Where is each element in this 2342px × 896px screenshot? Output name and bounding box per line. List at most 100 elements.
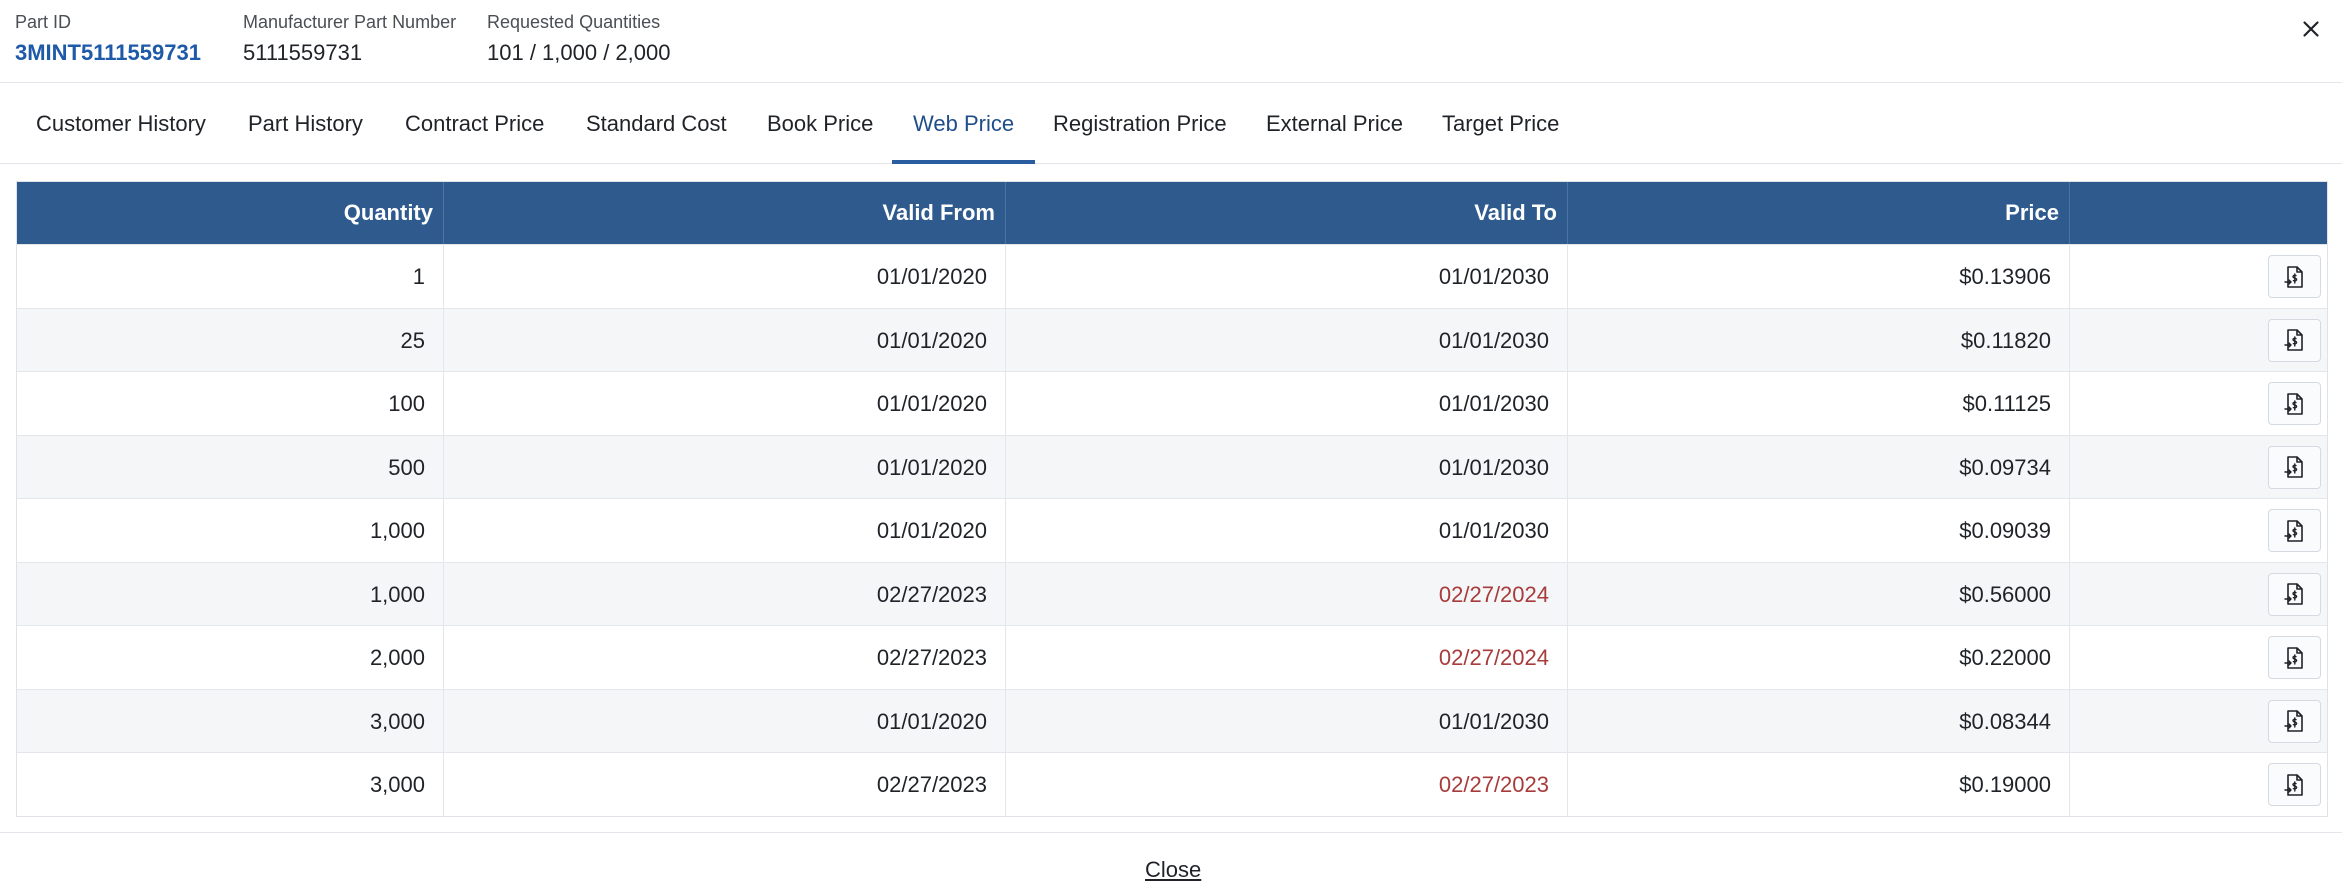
apply-price-icon (2283, 265, 2306, 289)
mpn-label: Manufacturer Part Number (243, 12, 457, 32)
tab-part-history[interactable]: Part History (248, 84, 363, 164)
valid-from-cell: 01/01/2020 (444, 499, 1006, 562)
close-icon[interactable] (2298, 16, 2324, 42)
valid-to-cell: 02/27/2023 (1006, 753, 1568, 816)
column-header-price[interactable]: Price (1568, 182, 2070, 244)
table-row: 1,000 02/27/2023 02/27/2024 $0.56000 (17, 561, 2327, 626)
action-cell (2070, 245, 2327, 308)
valid-to-cell: 01/01/2030 (1006, 435, 1568, 499)
quantity-cell: 1 (17, 245, 444, 308)
valid-from-cell: 01/01/2020 (444, 372, 1006, 435)
tab-web-price[interactable]: Web Price (891, 84, 1036, 164)
quantity-cell: 500 (17, 435, 444, 499)
action-cell (2070, 372, 2327, 435)
close-button[interactable]: Close (1145, 857, 1201, 883)
valid-from-cell: 01/01/2020 (444, 308, 1006, 372)
valid-to-cell: 02/27/2024 (1006, 562, 1568, 626)
apply-price-button[interactable] (2268, 763, 2321, 806)
part-header: Part ID 3MINT5111559731 Manufacturer Par… (0, 0, 2342, 83)
quantity-cell: 1,000 (17, 499, 444, 562)
price-cell: $0.09734 (1568, 435, 2070, 499)
price-cell: $0.56000 (1568, 562, 2070, 626)
action-cell (2070, 309, 2327, 372)
apply-price-button[interactable] (2268, 318, 2321, 362)
apply-price-button[interactable] (2268, 445, 2321, 489)
quantity-cell: 3,000 (17, 689, 444, 753)
part-id-label: Part ID (15, 12, 72, 32)
apply-price-icon (2283, 455, 2306, 479)
table-row: 3,000 02/27/2023 02/27/2023 $0.19000 (17, 752, 2327, 816)
apply-price-icon (2283, 646, 2306, 670)
apply-price-icon (2283, 392, 2306, 416)
apply-price-button[interactable] (2268, 636, 2321, 679)
table-row: 1,000 01/01/2020 01/01/2030 $0.09039 (17, 498, 2327, 562)
web-price-table: Quantity Valid From Valid To Price 1 01/0… (16, 181, 2328, 817)
valid-from-cell: 01/01/2020 (444, 245, 1006, 308)
valid-to-cell: 02/27/2024 (1006, 626, 1568, 689)
action-cell (2070, 626, 2327, 689)
action-cell (2070, 563, 2327, 626)
action-cell (2070, 753, 2327, 816)
price-cell: $0.22000 (1568, 626, 2070, 689)
valid-to-cell: 01/01/2030 (1006, 308, 1568, 372)
price-cell: $0.08344 (1568, 689, 2070, 753)
apply-price-icon (2283, 773, 2306, 797)
tab-contract-price[interactable]: Contract Price (405, 84, 544, 164)
table-header: Quantity Valid From Valid To Price (17, 182, 2327, 244)
action-cell (2070, 436, 2327, 499)
quantity-cell: 2,000 (17, 626, 444, 689)
action-cell (2070, 499, 2327, 562)
quantity-cell: 3,000 (17, 753, 444, 816)
tab-customer-history[interactable]: Customer History (36, 84, 206, 164)
tab-external-price[interactable]: External Price (1266, 84, 1403, 164)
price-cell: $0.13906 (1568, 245, 2070, 308)
action-cell (2070, 690, 2327, 753)
requested-quantities-value: 101 / 1,000 / 2,000 (487, 40, 671, 65)
price-details-modal: Part ID 3MINT5111559731 Manufacturer Par… (0, 0, 2342, 896)
price-cell: $0.19000 (1568, 753, 2070, 816)
valid-from-cell: 01/01/2020 (444, 435, 1006, 499)
table-row: 100 01/01/2020 01/01/2030 $0.11125 (17, 371, 2327, 435)
apply-price-button[interactable] (2268, 572, 2321, 616)
table-row: 500 01/01/2020 01/01/2030 $0.09734 (17, 434, 2327, 499)
apply-price-icon (2283, 582, 2306, 606)
quantity-cell: 1,000 (17, 562, 444, 626)
valid-to-cell: 01/01/2030 (1006, 689, 1568, 753)
valid-to-cell: 01/01/2030 (1006, 245, 1568, 308)
part-id-link[interactable]: 3MINT5111559731 (15, 38, 201, 68)
mpn-field: Manufacturer Part Number 5111559731 (243, 12, 456, 68)
tab-target-price[interactable]: Target Price (1442, 84, 1559, 164)
column-header-quantity[interactable]: Quantity (17, 182, 444, 244)
price-cell: $0.11820 (1568, 308, 2070, 372)
table-row: 2,000 02/27/2023 02/27/2024 $0.22000 (17, 625, 2327, 689)
apply-price-button[interactable] (2268, 382, 2321, 425)
apply-price-button[interactable] (2268, 509, 2321, 552)
column-header-valid-from[interactable]: Valid From (444, 182, 1006, 244)
valid-to-cell: 01/01/2030 (1006, 499, 1568, 562)
table-row: 3,000 01/01/2020 01/01/2030 $0.08344 (17, 688, 2327, 753)
quantity-cell: 100 (17, 372, 444, 435)
apply-price-button[interactable] (2268, 255, 2321, 298)
tab-registration-price[interactable]: Registration Price (1053, 84, 1227, 164)
price-tabs: Customer History Part History Contract P… (0, 84, 2342, 164)
column-header-actions (2070, 182, 2327, 244)
tab-standard-cost[interactable]: Standard Cost (586, 84, 727, 164)
valid-from-cell: 02/27/2023 (444, 562, 1006, 626)
apply-price-icon (2283, 519, 2306, 543)
apply-price-button[interactable] (2268, 699, 2321, 743)
part-id-field: Part ID 3MINT5111559731 (15, 12, 201, 68)
valid-from-cell: 01/01/2020 (444, 689, 1006, 753)
table-row: 25 01/01/2020 01/01/2030 $0.11820 (17, 307, 2327, 372)
quantity-cell: 25 (17, 308, 444, 372)
apply-price-icon (2283, 709, 2306, 733)
valid-to-cell: 01/01/2030 (1006, 372, 1568, 435)
requested-quantities-field: Requested Quantities 101 / 1,000 / 2,000 (487, 12, 671, 68)
valid-from-cell: 02/27/2023 (444, 626, 1006, 689)
modal-footer: Close (0, 832, 2342, 896)
tab-book-price[interactable]: Book Price (767, 84, 873, 164)
valid-from-cell: 02/27/2023 (444, 753, 1006, 816)
column-header-valid-to[interactable]: Valid To (1006, 182, 1568, 244)
apply-price-icon (2283, 328, 2306, 352)
price-cell: $0.09039 (1568, 499, 2070, 562)
table-row: 1 01/01/2020 01/01/2030 $0.13906 (17, 244, 2327, 308)
